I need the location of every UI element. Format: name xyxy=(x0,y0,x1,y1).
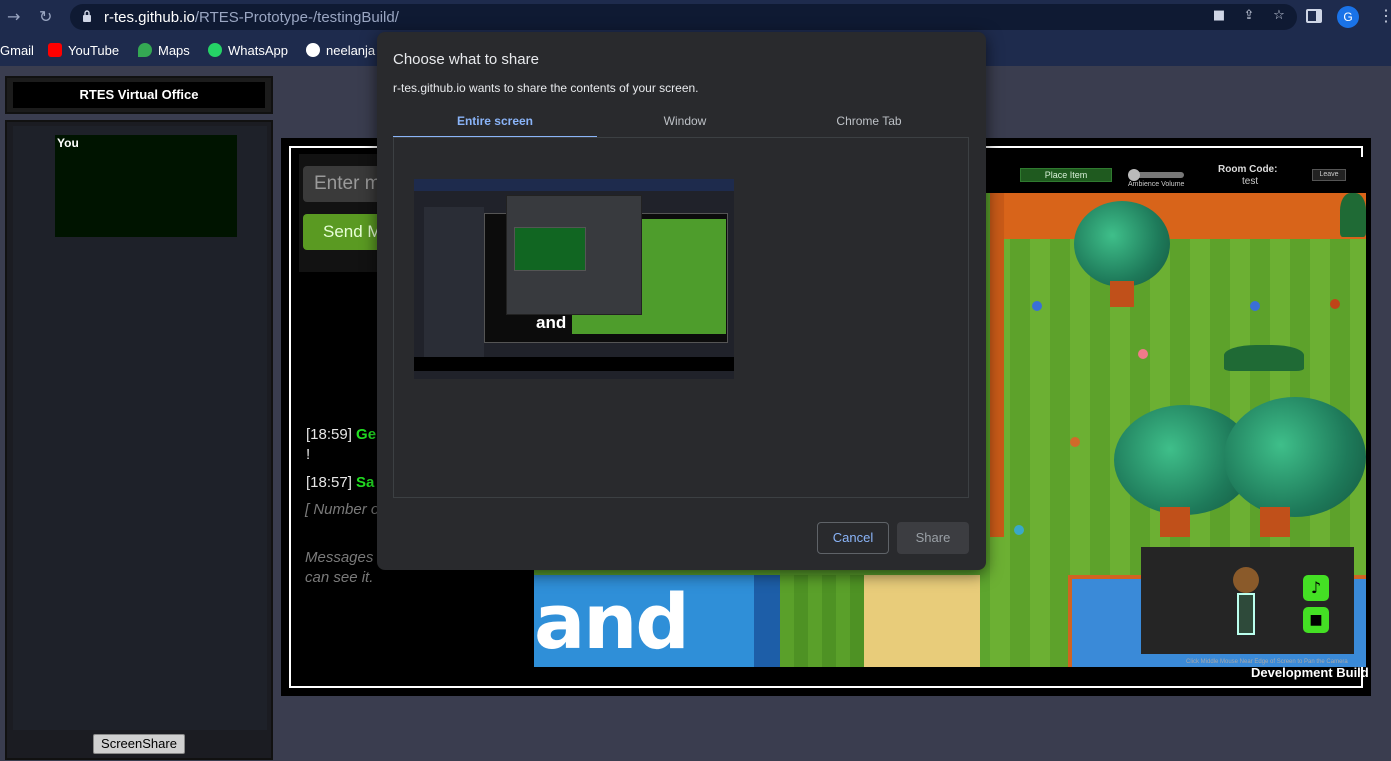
tree xyxy=(1074,201,1170,287)
development-build-label: Development Build xyxy=(1251,665,1369,680)
youtube-icon xyxy=(48,43,62,57)
url-text: r-tes.github.io/RTES-Prototype-/testingB… xyxy=(104,9,399,26)
users-panel: You ScreenShare xyxy=(5,120,273,760)
share-icon[interactable]: ⇪ xyxy=(1241,8,1257,24)
camera-icon[interactable]: ■ xyxy=(1211,8,1227,24)
avatar-body xyxy=(1237,593,1255,635)
flower xyxy=(1032,301,1042,311)
flower xyxy=(1014,525,1024,535)
office-title-box: RTES Virtual Office xyxy=(5,76,273,114)
tree-trunk xyxy=(1260,507,1290,537)
back-arrow-icon[interactable]: → xyxy=(7,7,20,26)
grass-strip xyxy=(780,575,864,667)
dialog-title: Choose what to share xyxy=(393,51,539,68)
more-menu-icon[interactable]: ⋮ xyxy=(1378,6,1391,26)
tree-trunk xyxy=(1160,507,1190,537)
users-list: You xyxy=(13,126,267,730)
bookmark-youtube[interactable]: YouTube xyxy=(48,43,119,58)
room-code-value: test xyxy=(1242,176,1259,187)
share-dialog: Choose what to share r-tes.github.io wan… xyxy=(377,32,986,570)
dialog-subtitle: r-tes.github.io wants to share the conte… xyxy=(393,81,699,95)
self-avatar-panel: ♪ ■ xyxy=(1141,547,1354,654)
github-icon xyxy=(306,43,320,57)
share-button[interactable]: Share xyxy=(897,522,969,554)
flower xyxy=(1138,349,1148,359)
chat-message: [18:59] Ge xyxy=(306,426,377,443)
ambience-volume-slider[interactable] xyxy=(1128,169,1184,181)
video-camera-icon[interactable]: ■ xyxy=(1303,607,1329,633)
bush xyxy=(1340,193,1366,237)
flower xyxy=(1330,299,1340,309)
tree xyxy=(1224,397,1366,517)
screen-preview-area: and xyxy=(393,138,969,498)
flower xyxy=(1070,437,1080,447)
tab-entire-screen[interactable]: Entire screen xyxy=(393,114,597,138)
leave-button[interactable]: Leave xyxy=(1312,169,1346,181)
sand-area xyxy=(864,575,980,667)
dirt-path xyxy=(990,193,1004,537)
volume-knob[interactable] xyxy=(1128,169,1140,181)
thumbnail-land-text: and xyxy=(536,313,567,332)
avatar-head xyxy=(1233,567,1259,593)
water-edge xyxy=(754,575,780,667)
bookmark-whatsapp[interactable]: WhatsApp xyxy=(208,43,288,58)
profile-avatar[interactable]: G xyxy=(1337,6,1359,28)
place-item-button[interactable]: Place Item xyxy=(1020,168,1112,182)
thumbnail-nested-preview xyxy=(514,227,586,271)
tab-window[interactable]: Window xyxy=(583,114,787,138)
self-label: You xyxy=(57,136,79,150)
lock-icon[interactable] xyxy=(82,10,92,22)
thumbnail-footer xyxy=(414,357,734,371)
cancel-button[interactable]: Cancel xyxy=(817,522,889,554)
chat-message-continuation: ! xyxy=(306,446,311,463)
room-code-label: Room Code: xyxy=(1218,164,1278,175)
bookmark-maps[interactable]: Maps xyxy=(138,43,190,58)
thumbnail-toolbar xyxy=(414,179,734,191)
dirt-area xyxy=(990,193,1366,239)
whatsapp-icon xyxy=(208,43,222,57)
bookmark-github[interactable]: neelanja xyxy=(306,43,375,58)
ambience-volume-label: Ambience Volume xyxy=(1128,181,1185,188)
island-label: and xyxy=(534,577,690,666)
maps-icon xyxy=(138,43,152,57)
star-icon[interactable]: ☆ xyxy=(1271,8,1287,24)
bookmark-gmail[interactable]: Gmail xyxy=(0,43,34,58)
reload-icon[interactable]: ↻ xyxy=(39,7,52,26)
self-video-tile: You xyxy=(55,135,237,237)
tab-chrome-tab[interactable]: Chrome Tab xyxy=(767,114,971,138)
office-title: RTES Virtual Office xyxy=(13,82,265,108)
screen-thumbnail[interactable]: and xyxy=(414,179,734,379)
screenshare-button[interactable]: ScreenShare xyxy=(93,734,185,754)
address-bar[interactable]: r-tes.github.io/RTES-Prototype-/testingB… xyxy=(70,4,1297,30)
mic-icon[interactable]: ♪ xyxy=(1303,575,1329,601)
side-panel-icon[interactable] xyxy=(1306,9,1322,23)
bush xyxy=(1224,345,1304,371)
browser-toolbar: → ↻ r-tes.github.io/RTES-Prototype-/test… xyxy=(0,0,1391,34)
thumbnail-sidebar xyxy=(424,207,484,357)
flower xyxy=(1250,301,1260,311)
tree-trunk xyxy=(1110,281,1134,307)
chat-message: [18:57] Sa xyxy=(306,474,375,491)
